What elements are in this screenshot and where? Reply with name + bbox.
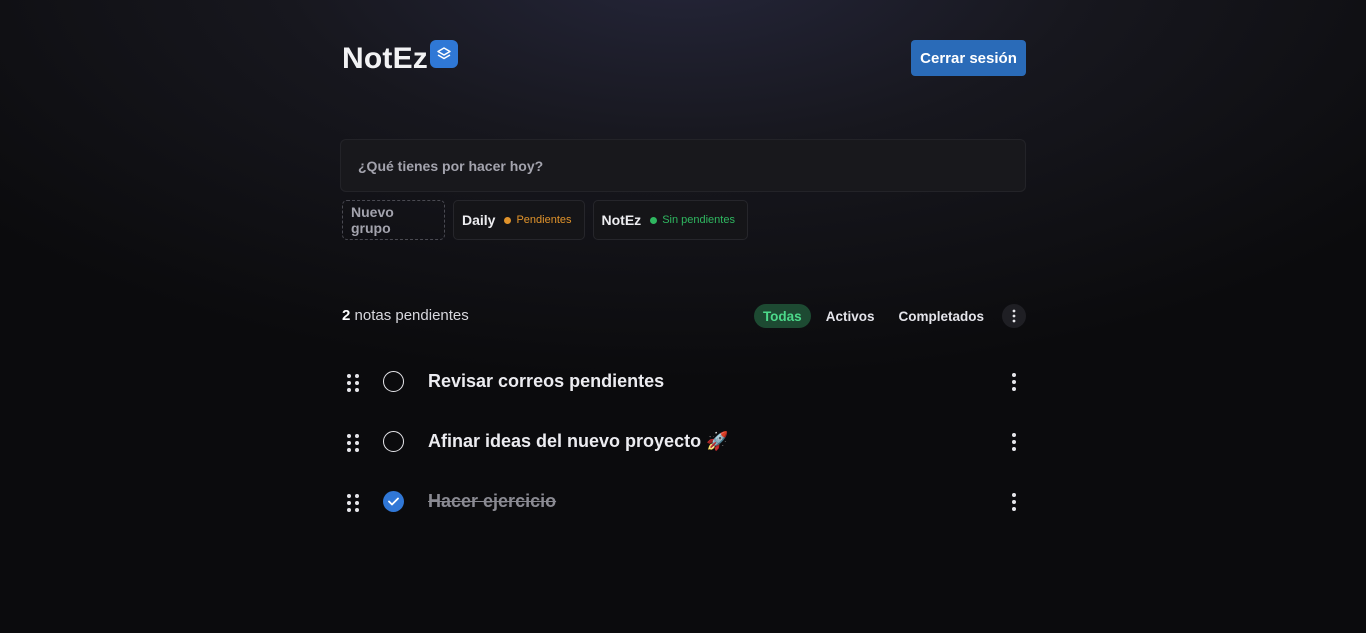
status-dot-icon xyxy=(504,216,512,224)
filter-tabs: Todas Activos Completados xyxy=(753,304,1026,328)
new-task-input[interactable] xyxy=(341,140,1025,191)
status-dot-icon xyxy=(650,216,658,224)
new-group-button[interactable]: Nuevo grupo xyxy=(342,200,445,240)
filter-options-button[interactable] xyxy=(1002,304,1026,328)
task-text[interactable]: Hacer ejercicio xyxy=(428,491,556,512)
header: NotEz Cerrar sesión xyxy=(342,40,1026,80)
group-status: Sin pendientes xyxy=(650,214,735,226)
app-name: NotEz xyxy=(342,42,428,75)
task-item: Revisar correos pendientes xyxy=(342,352,1026,412)
pending-count: 2 notas pendientes xyxy=(342,307,469,324)
task-item: Hacer ejercicio xyxy=(342,472,1026,532)
task-menu-button[interactable] xyxy=(1006,492,1022,512)
filter-bar: 2 notas pendientes Todas Activos Complet… xyxy=(342,304,1026,328)
task-menu-button[interactable] xyxy=(1006,432,1022,452)
task-item: Afinar ideas del nuevo proyecto 🚀 xyxy=(342,412,1026,472)
drag-handle-icon[interactable] xyxy=(345,433,361,453)
group-chip-daily[interactable]: Daily Pendientes xyxy=(453,200,585,240)
group-status-label: Pendientes xyxy=(516,214,572,226)
new-group-label: Nuevo grupo xyxy=(351,204,394,236)
task-checkbox[interactable] xyxy=(383,491,404,512)
task-menu-button[interactable] xyxy=(1006,372,1022,392)
more-vertical-icon xyxy=(1012,493,1016,511)
task-list: Revisar correos pendientes Afinar ideas … xyxy=(342,352,1026,532)
group-name: NotEz xyxy=(601,212,642,228)
task-text[interactable]: Revisar correos pendientes xyxy=(428,371,664,392)
more-vertical-icon xyxy=(1012,433,1016,451)
task-checkbox[interactable] xyxy=(383,371,404,392)
logout-button[interactable]: Cerrar sesión xyxy=(911,40,1026,76)
layers-icon xyxy=(430,40,458,68)
filter-active[interactable]: Activos xyxy=(817,304,884,328)
checkmark-icon xyxy=(388,497,399,506)
group-list: Nuevo grupo Daily Pendientes NotEz Sin p… xyxy=(342,200,748,240)
group-status-label: Sin pendientes xyxy=(662,214,735,226)
drag-handle-icon[interactable] xyxy=(345,493,361,513)
group-chip-notez[interactable]: NotEz Sin pendientes xyxy=(592,200,748,240)
pending-count-label: notas pendientes xyxy=(354,307,469,324)
filter-all[interactable]: Todas xyxy=(753,304,811,328)
group-status: Pendientes xyxy=(504,214,572,226)
group-name: Daily xyxy=(462,212,496,228)
task-text[interactable]: Afinar ideas del nuevo proyecto 🚀 xyxy=(428,431,728,452)
new-task-field xyxy=(340,139,1026,192)
drag-handle-icon[interactable] xyxy=(345,373,361,393)
app-logo: NotEz xyxy=(342,42,428,76)
task-checkbox[interactable] xyxy=(383,431,404,452)
filter-completed[interactable]: Completados xyxy=(889,304,993,328)
app-container: NotEz Cerrar sesión Nuevo grupo Daily Pe… xyxy=(340,0,1026,633)
more-vertical-icon xyxy=(1012,373,1016,391)
more-vertical-icon xyxy=(1012,309,1016,323)
pending-count-number: 2 xyxy=(342,307,351,324)
